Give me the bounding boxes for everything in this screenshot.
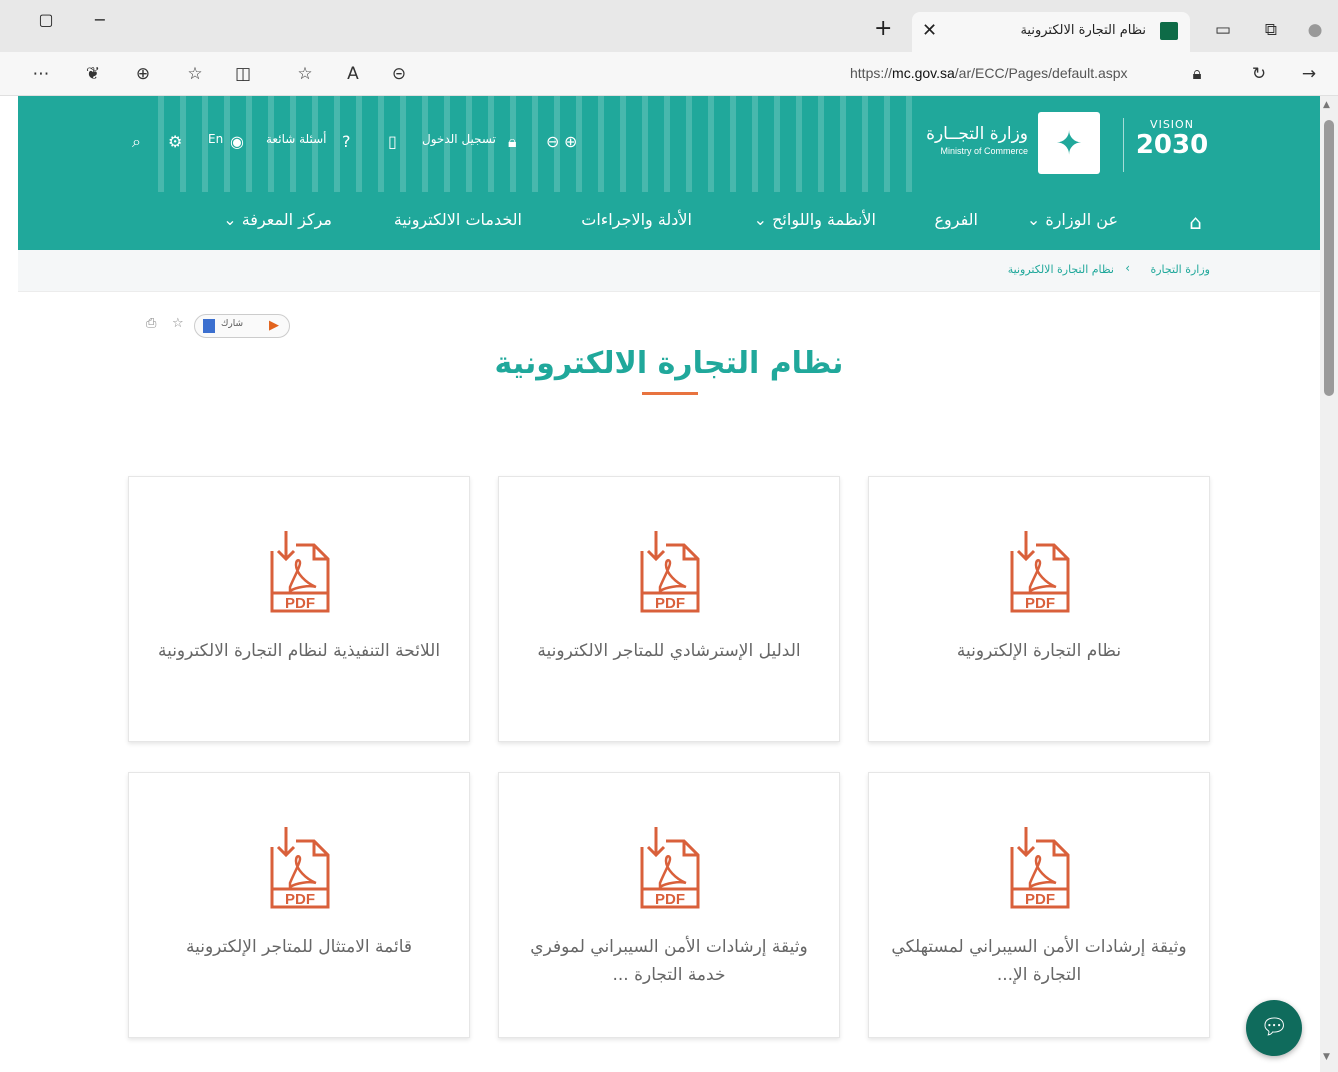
profile-icon[interactable]: ●: [1304, 20, 1326, 42]
refresh-icon[interactable]: ↻: [1246, 61, 1272, 87]
nav-eservices[interactable]: الخدمات الالكترونية: [394, 210, 522, 229]
address-bar: ⋯ ❦ ⊕ ☆ ◫ ☆ A ⊝ https://mc.gov.sa/ar/ECC…: [0, 52, 1338, 96]
language-toggle[interactable]: En: [208, 132, 223, 146]
mobile-icon[interactable]: ▯: [388, 132, 397, 151]
document-card[interactable]: نظام التجارة الإلكترونية: [868, 476, 1210, 742]
more-icon[interactable]: ⋯: [28, 61, 54, 87]
settings-icon[interactable]: ⚙: [168, 132, 182, 151]
card-title: الدليل الإسترشادي للمتاجر الالكترونية: [537, 641, 801, 661]
breadcrumb-separator: ‹: [1125, 261, 1130, 275]
pdf-icon: [1010, 825, 1070, 909]
breadcrumb-current: نظام التجارة الالكترونية: [1007, 263, 1114, 276]
window-icon[interactable]: ▢: [34, 8, 58, 32]
breadcrumb: وزارة التجارة ‹ نظام التجارة الالكترونية: [18, 250, 1320, 292]
vision-2030-logo[interactable]: VISION 2030: [1132, 118, 1212, 159]
search-icon[interactable]: ⌕: [132, 132, 141, 152]
card-title: نظام التجارة الإلكترونية: [956, 641, 1122, 661]
card-title: اللائحة التنفيذية لنظام التجارة الالكترو…: [157, 641, 441, 661]
chat-icon: 💬︎: [1260, 1015, 1288, 1040]
share-button[interactable]: شارك ▶: [194, 314, 290, 338]
favicon-icon: [1160, 22, 1178, 40]
browser-tab[interactable]: ✕ نظام التجارة الالكترونية: [912, 12, 1190, 52]
nav-about[interactable]: عن الوزارة ⌄: [1027, 210, 1118, 229]
pdf-icon: [1010, 529, 1070, 613]
faq-link[interactable]: أسئلة شائعة: [266, 132, 327, 146]
favorites-icon[interactable]: ☆: [182, 61, 208, 87]
zoom-icon[interactable]: ⊝: [386, 61, 412, 87]
document-card[interactable]: وثيقة إرشادات الأمن السيبراني لموفري خدم…: [498, 772, 840, 1038]
scroll-down-icon[interactable]: ▼: [1323, 1052, 1330, 1062]
tab-actions-icon[interactable]: ⊕: [130, 61, 156, 87]
nav-branches[interactable]: الفروع: [934, 210, 978, 229]
login-link[interactable]: تسجيل الدخول: [422, 132, 496, 146]
site-header: VISION 2030 ✦ وزارة التجــارة Ministry o…: [18, 96, 1320, 250]
star-icon[interactable]: ☆: [292, 61, 318, 87]
tab-title: نظام التجارة الالكترونية: [1020, 23, 1146, 38]
pdf-icon: [270, 825, 330, 909]
scroll-up-icon[interactable]: ▲: [1323, 100, 1330, 110]
pdf-icon: [640, 825, 700, 909]
collections-icon[interactable]: ⧉: [1260, 20, 1282, 42]
card-title: قائمة الامتثال للمتاجر الإلكترونية: [185, 937, 413, 957]
home-icon[interactable]: ⌂: [1189, 210, 1202, 234]
saudi-emblem-icon[interactable]: ✦: [1038, 112, 1100, 174]
split-screen-icon[interactable]: ◫: [230, 61, 256, 87]
lock-icon: 🔒︎: [508, 132, 517, 151]
print-icon[interactable]: ⎙: [146, 316, 156, 331]
url-field[interactable]: https://mc.gov.sa/ar/ECC/Pages/default.a…: [850, 65, 1128, 81]
title-underline: [642, 392, 698, 395]
document-card[interactable]: اللائحة التنفيذية لنظام التجارة الالكترو…: [128, 476, 470, 742]
pdf-icon: [640, 529, 700, 613]
share-icon: [203, 319, 215, 333]
ministry-logo[interactable]: وزارة التجــارة Ministry of Commerce: [926, 124, 1028, 156]
zoom-out-icon[interactable]: ⊖: [546, 132, 559, 151]
minimize-icon[interactable]: −: [88, 8, 112, 32]
card-title: وثيقة إرشادات الأمن السيبراني لموفري خدم…: [530, 937, 808, 985]
breadcrumb-home[interactable]: وزارة التجارة: [1150, 263, 1210, 276]
forward-icon[interactable]: →: [1296, 61, 1322, 87]
document-card[interactable]: الدليل الإسترشادي للمتاجر الالكترونية: [498, 476, 840, 742]
logo-divider: [1123, 118, 1124, 172]
new-tab-icon[interactable]: +: [874, 16, 892, 41]
close-tab-icon[interactable]: ✕: [922, 20, 937, 41]
nav-regulations[interactable]: الأنظمة واللوائح ⌄: [754, 210, 876, 229]
help-icon[interactable]: ?: [342, 132, 351, 151]
nav-knowledge[interactable]: مركز المعرفة ⌄: [223, 210, 332, 229]
globe-icon[interactable]: ◉: [230, 132, 244, 151]
browser-tab-bar: ▢ − + ✕ نظام التجارة الالكترونية ▭ ⧉ ●: [0, 0, 1338, 52]
favorite-star-icon[interactable]: ☆: [172, 316, 184, 331]
nav-guides[interactable]: الأدلة والاجراءات: [581, 210, 692, 229]
document-card[interactable]: وثيقة إرشادات الأمن السيبراني لمستهلكي ا…: [868, 772, 1210, 1038]
document-card[interactable]: قائمة الامتثال للمتاجر الإلكترونية: [128, 772, 470, 1038]
scrollbar-thumb[interactable]: [1324, 120, 1334, 396]
read-aloud-icon[interactable]: A: [340, 61, 366, 87]
card-title: وثيقة إرشادات الأمن السيبراني لمستهلكي ا…: [891, 937, 1187, 985]
zoom-in-icon[interactable]: ⊕: [564, 132, 577, 151]
page-title: نظام التجارة الالكترونية: [494, 346, 844, 381]
play-icon: ▶: [269, 318, 279, 333]
pdf-icon: [270, 529, 330, 613]
chat-button[interactable]: 💬︎: [1246, 1000, 1302, 1056]
lock-icon[interactable]: 🔒︎: [1184, 61, 1210, 87]
tab-layout-icon[interactable]: ▭: [1212, 20, 1234, 42]
extensions-icon[interactable]: ❦: [80, 61, 106, 87]
